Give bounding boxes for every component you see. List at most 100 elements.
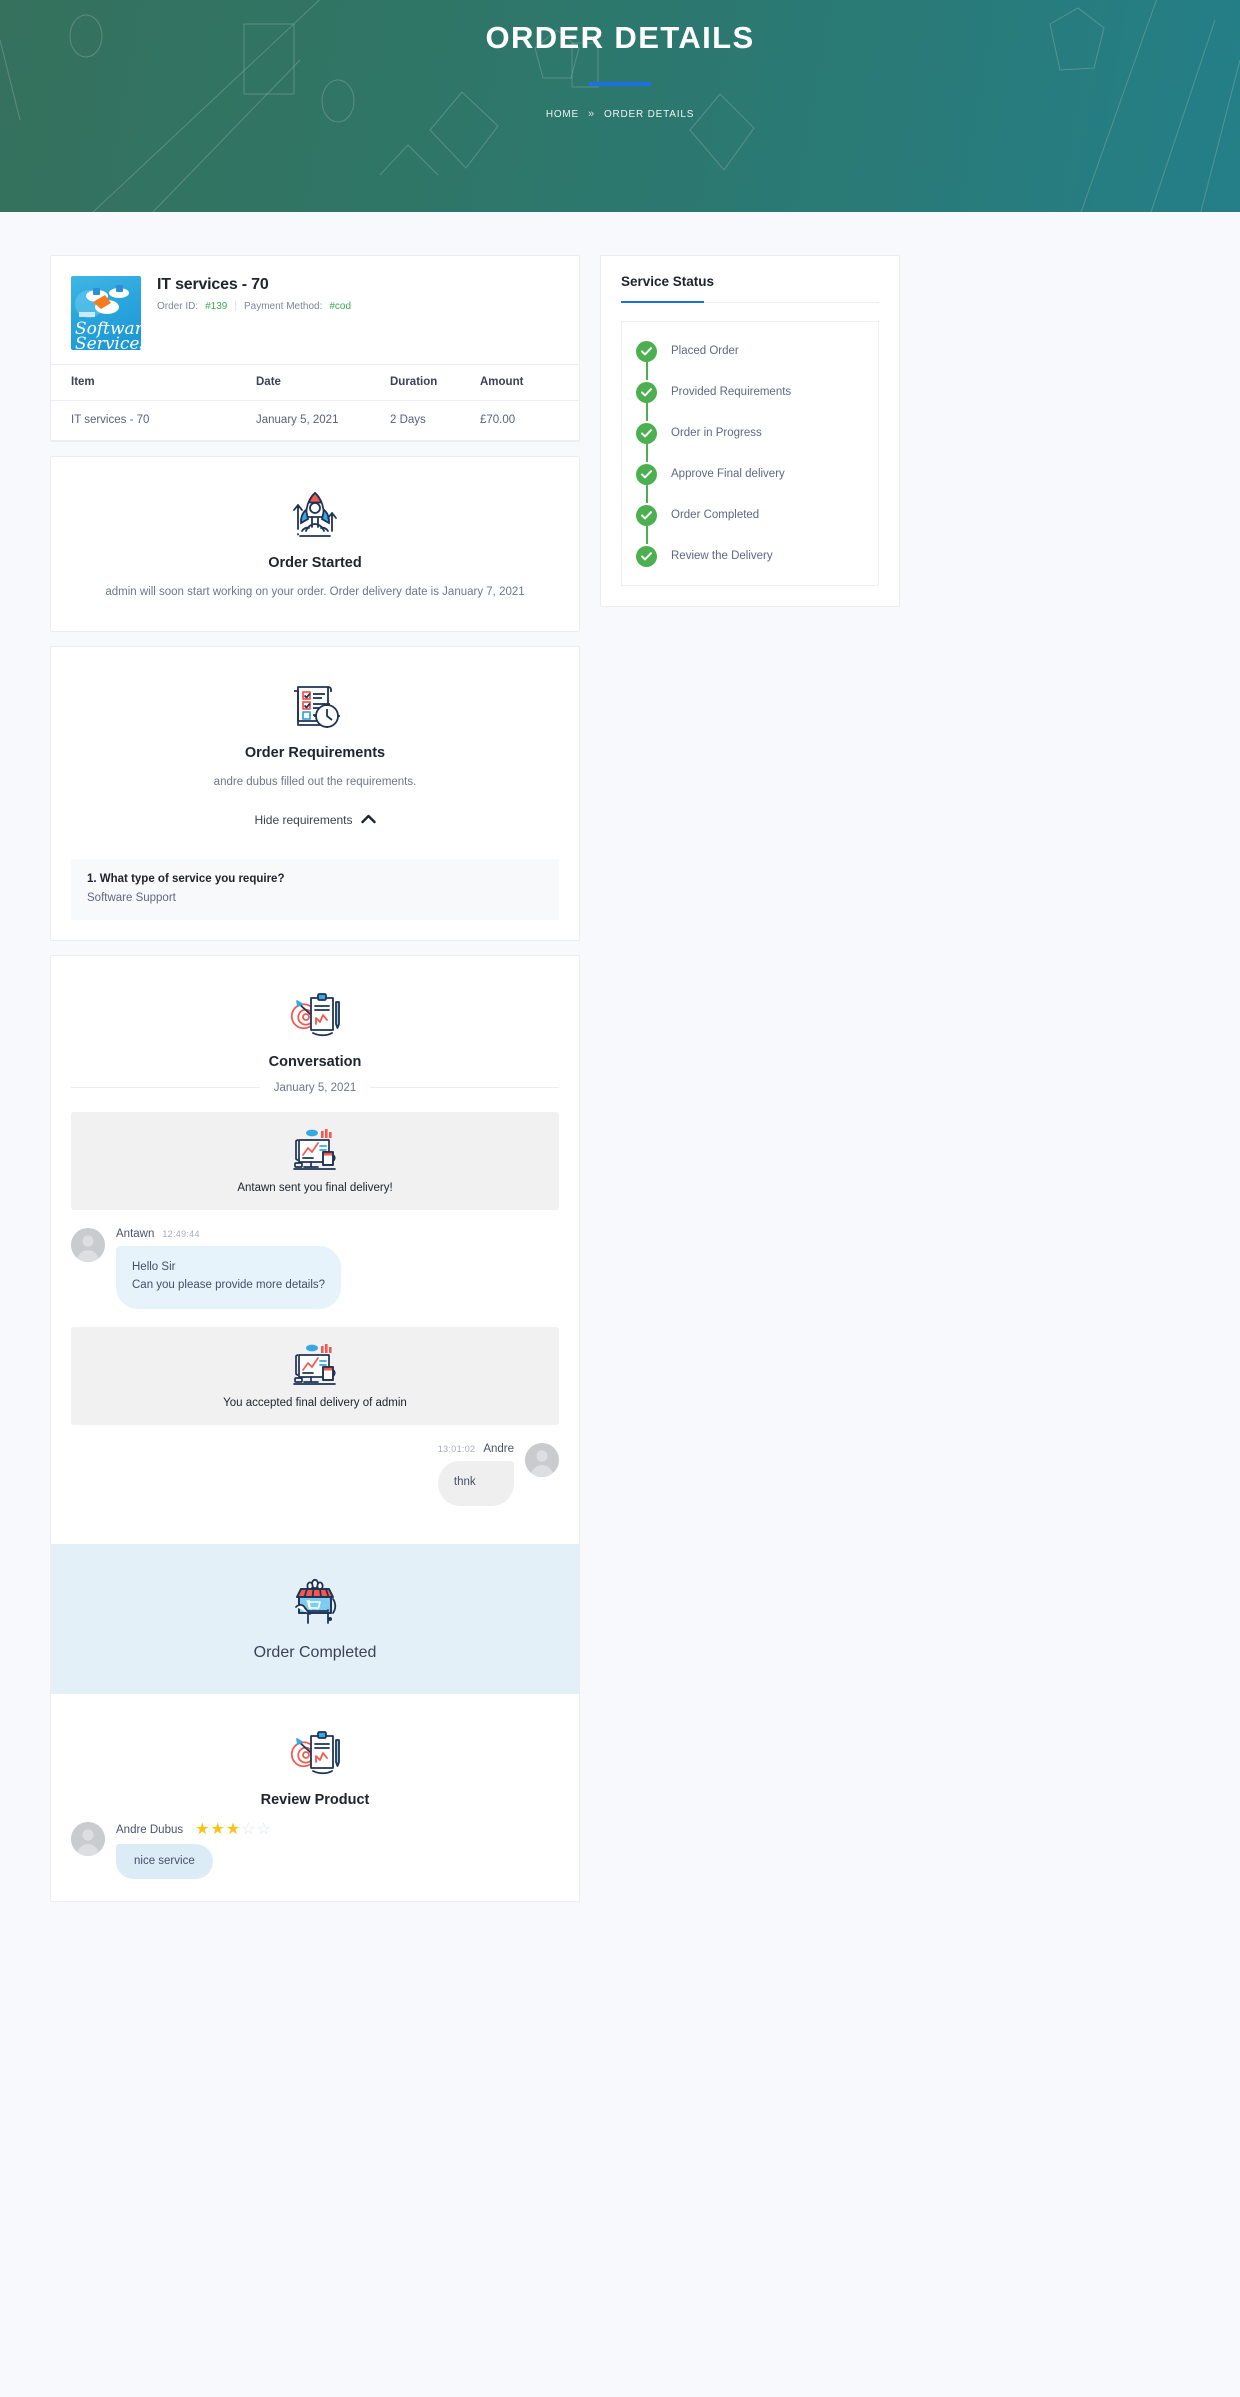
breadcrumb-home[interactable]: HOME	[546, 109, 579, 120]
check-icon	[636, 545, 657, 567]
check-icon	[636, 422, 657, 444]
chat-column: 13:01:02 Andre thnk	[437, 1443, 514, 1507]
status-step-label: Order in Progress	[671, 427, 762, 439]
checklist-stopwatch-icon	[73, 675, 557, 733]
requirement-answer: Software Support	[87, 891, 176, 904]
hide-requirements-label: Hide requirements	[254, 812, 353, 827]
order-requirements-description: andre dubus filled out the requirements.	[213, 776, 417, 789]
chat-meta: 13:01:02 Andre	[438, 1443, 514, 1455]
chat-text-line-2: Can you please provide more details?	[132, 1279, 326, 1292]
status-step-label: Provided Requirements	[671, 386, 792, 398]
order-started-card: Order Started admin will soon start work…	[50, 456, 580, 633]
column-header-duration: Duration	[390, 364, 480, 401]
page-banner: ORDER DETAILS HOME » ORDER DETAILS	[0, 0, 1240, 212]
clipboard-target-icon	[73, 984, 557, 1042]
order-header-text: IT services - 70 Order ID: #139 | Paymen…	[157, 276, 351, 312]
order-id-label: Order ID:	[157, 301, 199, 312]
chat-timestamp: 13:01:02	[437, 1444, 476, 1455]
page-content: Software Services IT services - 70 Order…	[0, 212, 1240, 1903]
review-product-header: Review Product	[51, 1694, 579, 1822]
hide-requirements-toggle[interactable]: Hide requirements	[254, 812, 376, 827]
conversation-date: January 5, 2021	[273, 1081, 357, 1094]
check-icon	[636, 463, 657, 485]
review-comment: nice service	[116, 1844, 213, 1880]
system-message-text: You accepted final delivery of admin	[223, 1397, 407, 1410]
rating-stars: ★ ★ ★ ☆ ☆	[195, 1822, 271, 1838]
review-content: Andre Dubus ★ ★ ★ ☆ ☆ nice service	[116, 1822, 271, 1880]
title-underline	[589, 82, 651, 86]
order-requirements-event: Order Requirements andre dubus filled ou…	[51, 647, 579, 858]
status-step-review-the-delivery: Review the Delivery	[636, 545, 868, 567]
breadcrumb: HOME » ORDER DETAILS	[546, 108, 694, 120]
order-summary-card: Software Services IT services - 70 Order…	[50, 255, 580, 442]
shop-cart-icon	[74, 1574, 556, 1632]
clipboard-target-icon	[73, 1722, 557, 1780]
divider-line-right	[370, 1087, 560, 1088]
column-header-date: Date	[256, 364, 390, 401]
divider-line-left	[71, 1087, 260, 1088]
cell-item: IT services - 70	[51, 400, 256, 441]
service-status-card: Service Status Placed Order Provided Req…	[600, 255, 900, 607]
order-started-description: admin will soon start working on your or…	[105, 586, 525, 598]
status-step-label: Approve Final delivery	[671, 468, 785, 480]
payment-method-value: #cod	[329, 301, 352, 312]
table-header-row: Item Date Duration Amount	[51, 364, 579, 401]
review-product-title: Review Product	[260, 1792, 370, 1809]
requirement-question: 1. What type of service you require?	[87, 872, 285, 885]
system-message: You accepted final delivery of admin	[71, 1327, 559, 1426]
cell-amount: £70.00	[480, 400, 579, 441]
sidebar-column: Service Status Placed Order Provided Req…	[600, 255, 900, 607]
status-step-label: Placed Order	[671, 345, 739, 357]
conversation-card: Conversation January 5, 2021 Antawn sent…	[50, 954, 580, 1903]
status-step-label: Review the Delivery	[671, 550, 773, 562]
star-empty-4: ☆	[241, 1821, 256, 1839]
chat-timestamp: 12:49:44	[162, 1228, 200, 1239]
chat-text-line-1: thnk	[453, 1476, 476, 1489]
avatar	[525, 1443, 559, 1478]
status-step-placed-order: Placed Order	[636, 340, 868, 380]
order-started-title: Order Started	[268, 555, 362, 571]
check-icon	[636, 340, 657, 362]
star-filled-1: ★	[195, 1821, 210, 1839]
status-step-approve-final-delivery: Approve Final delivery	[636, 463, 868, 503]
order-started-event: Order Started admin will soon start work…	[51, 457, 579, 631]
page-title: ORDER DETAILS	[485, 20, 755, 55]
desktop-chart-icon	[89, 1343, 541, 1387]
check-icon	[636, 381, 657, 403]
order-id-value: #139	[205, 301, 228, 312]
chat-sender-name: Andre	[483, 1443, 514, 1456]
chat-bubble: thnk	[437, 1461, 514, 1507]
column-header-amount: Amount	[480, 364, 579, 401]
service-status-title: Service Status	[621, 274, 879, 303]
star-empty-5: ☆	[256, 1821, 271, 1839]
chat-sender-name: Antawn	[116, 1227, 155, 1240]
status-step-label: Order Completed	[671, 509, 760, 521]
table-row: IT services - 70 January 5, 2021 2 Days …	[51, 400, 579, 441]
order-items-table: Item Date Duration Amount IT services - …	[51, 364, 579, 441]
service-status-box: Placed Order Provided Requirements Order…	[621, 321, 879, 586]
desktop-chart-icon	[89, 1128, 541, 1172]
main-column: Software Services IT services - 70 Order…	[50, 255, 580, 1903]
avatar	[71, 1822, 105, 1857]
status-step-order-in-progress: Order in Progress	[636, 422, 868, 462]
review-item: Andre Dubus ★ ★ ★ ☆ ☆ nice service	[51, 1822, 579, 1901]
star-filled-2: ★	[210, 1821, 225, 1839]
chat-meta: Antawn 12:49:44	[116, 1228, 341, 1240]
chevron-up-icon	[360, 813, 376, 827]
column-header-item: Item	[51, 364, 256, 401]
review-meta: Andre Dubus ★ ★ ★ ☆ ☆	[116, 1822, 271, 1838]
chat-text-line-1: Hello Sir	[132, 1260, 176, 1273]
payment-method-label: Payment Method:	[243, 301, 323, 312]
check-icon	[636, 504, 657, 526]
meta-divider: |	[234, 301, 237, 312]
status-step-order-completed: Order Completed	[636, 504, 868, 544]
chat-message-outgoing: 13:01:02 Andre thnk	[71, 1443, 559, 1507]
status-step-provided-requirements: Provided Requirements	[636, 381, 868, 421]
svg-text:Services: Services	[75, 334, 141, 350]
breadcrumb-separator-icon: »	[588, 108, 595, 120]
product-thumbnail: Software Services	[71, 276, 141, 350]
order-completed-title: Order Completed	[253, 1644, 377, 1662]
rocket-icon	[73, 485, 557, 543]
star-filled-3: ★	[225, 1821, 241, 1839]
order-header: Software Services IT services - 70 Order…	[51, 256, 579, 364]
